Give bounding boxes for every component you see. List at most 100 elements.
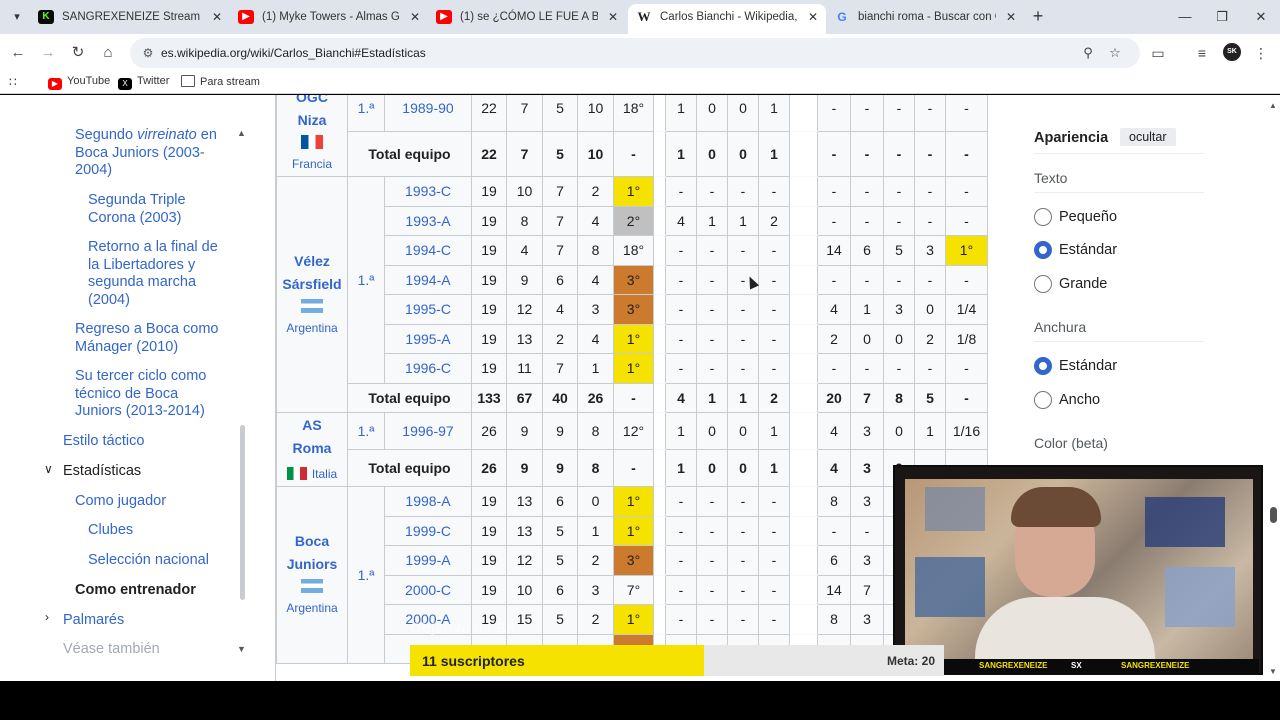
division-link[interactable]: 1.ª [347, 486, 385, 664]
close-tab-icon[interactable]: ✕ [1006, 4, 1016, 30]
toc-estilo-tactico[interactable]: Estilo táctico [63, 433, 144, 451]
radio-label[interactable]: Grande [1059, 276, 1107, 292]
profile-avatar[interactable]: SK [1223, 43, 1241, 61]
reload-icon[interactable]: ↻ [68, 43, 88, 63]
address-bar[interactable]: ⚙ es.wikipedia.org/wiki/Carlos_Bianchi#E… [130, 38, 1140, 68]
flag-argentina-icon [301, 579, 323, 593]
page-scrollbar[interactable]: ▲ ▼ [1267, 95, 1280, 681]
forward-icon[interactable]: → [38, 43, 58, 63]
season-link[interactable]: 1999-C [384, 515, 472, 546]
season-link[interactable]: 1993-A [384, 205, 472, 236]
season-link[interactable]: 1995-A [384, 323, 472, 354]
country-line: Italia [277, 463, 347, 486]
close-tab-icon[interactable]: ✕ [808, 4, 818, 30]
toc-palmares[interactable]: Palmarés [63, 612, 124, 630]
toc-clubes[interactable]: Clubes [88, 522, 133, 540]
apps-grid-icon[interactable]: ∷ [9, 75, 17, 89]
toc-regreso-boca[interactable]: Regreso a Boca como Mánager (2010) [75, 321, 225, 356]
team-link[interactable]: Vélez Sársfield [279, 250, 345, 296]
team-link[interactable]: Boca Juniors [282, 530, 342, 576]
toc-segundo-virreinato[interactable]: Segundo virreinato en Boca Juniors (2003… [75, 127, 225, 180]
bookmark-folder-para-stream[interactable]: Para stream [181, 75, 260, 88]
toc-estadisticas[interactable]: Estadísticas [63, 463, 141, 481]
toc-scroll-down-icon[interactable]: ▼ [237, 644, 246, 654]
toc-como-jugador[interactable]: Como jugador [75, 493, 166, 511]
season-link[interactable]: 1996-97 [384, 412, 472, 450]
table-total-row: Total equipo 22 7 5 10- 1001 ----- [277, 130, 1028, 177]
bookmark-twitter[interactable]: X Twitter [118, 75, 169, 90]
season-link[interactable]: 2000-C [384, 574, 472, 605]
season-link[interactable]: 1996-C [384, 353, 472, 384]
division-link[interactable]: 1.ª [347, 95, 385, 132]
radio-width-standard[interactable] [1034, 357, 1052, 375]
toc-segunda-triple-corona[interactable]: Segunda Triple Corona (2003) [88, 192, 218, 227]
expand-chevron-icon[interactable]: › [45, 610, 49, 624]
toc-tercer-ciclo[interactable]: Su tercer ciclo como técnico de Boca Jun… [75, 368, 225, 421]
close-tab-icon[interactable]: ✕ [212, 4, 222, 30]
season-link[interactable]: 1994-C [384, 235, 472, 266]
toc-como-entrenador[interactable]: Como entrenador [75, 582, 196, 600]
toc-retorno-libertadores[interactable]: Retorno a la final de la Libertadores y … [88, 239, 228, 309]
hide-appearance-button[interactable]: ocultar [1120, 128, 1176, 146]
division-link[interactable]: 1.ª [347, 412, 385, 450]
scroll-up-icon[interactable]: ▲ [1269, 101, 1277, 110]
maximize-icon[interactable]: ❐ [1212, 8, 1232, 26]
radio-label[interactable]: Pequeño [1059, 209, 1117, 225]
new-tab-icon[interactable]: + [1028, 6, 1048, 26]
country-link[interactable]: Argentina [277, 597, 347, 620]
collapse-chevron-icon[interactable]: ∨ [44, 462, 53, 476]
bookmark-star-icon[interactable]: ☆ [1107, 45, 1123, 61]
radio-text-standard[interactable] [1034, 241, 1052, 259]
table-row: 1995-A 19 13 2 4 1° ---- 2 0 0 2 1/8 [277, 323, 1028, 354]
streamer-hair [1011, 487, 1101, 527]
tab-youtube-bianchi[interactable]: ▶ (1) se ¿CÓMO LE FUE A BIANCH ✕ [428, 4, 626, 34]
radio-label[interactable]: Ancho [1059, 392, 1100, 408]
url-text[interactable]: es.wikipedia.org/wiki/Carlos_Bianchi#Est… [161, 46, 426, 60]
close-tab-icon[interactable]: ✕ [410, 4, 420, 30]
menu-kebab-icon[interactable]: ⋮ [1251, 43, 1271, 63]
site-info-icon[interactable]: ⚙ [140, 45, 156, 61]
country-link[interactable]: Argentina [277, 317, 347, 340]
season-link[interactable]: 1999-A [384, 545, 472, 576]
media-controls-icon[interactable]: ≡ [1192, 43, 1212, 63]
toc-seleccion-nacional[interactable]: Selección nacional [88, 552, 209, 570]
minimize-icon[interactable]: — [1175, 8, 1195, 26]
season-link[interactable]: 1994-A [384, 264, 472, 295]
divider [1034, 192, 1204, 193]
back-icon[interactable]: ← [8, 43, 28, 63]
table-row: 1995-C 19 12 4 3 3° ---- 4 1 3 0 1/4 [277, 294, 1028, 325]
country-link[interactable]: Francia [277, 153, 347, 176]
radio-text-large[interactable] [1034, 275, 1052, 293]
extensions-icon[interactable]: ▭ [1148, 43, 1168, 63]
radio-label[interactable]: Estándar [1059, 242, 1117, 258]
team-link[interactable]: AS Roma [292, 414, 332, 460]
scrollbar-thumb[interactable] [1270, 507, 1277, 523]
radio-label[interactable]: Estándar [1059, 358, 1117, 374]
toc-vease-tambien[interactable]: Véase también [63, 641, 160, 659]
tab-google-search[interactable]: G bianchi roma - Buscar con Goo ✕ [826, 4, 1024, 34]
close-window-icon[interactable]: ✕ [1251, 8, 1271, 26]
tab-kick-stream[interactable]: K SANGREXENEIZE Stream - Watc ✕ [30, 4, 230, 34]
table-row: 1996-C 19 11 7 1 1° ---- ----- [277, 353, 1028, 384]
tab-wikipedia-bianchi[interactable]: W Carlos Bianchi - Wikipedia, la en ✕ [628, 4, 826, 34]
home-icon[interactable]: ⌂ [98, 43, 118, 63]
bookmark-youtube[interactable]: ▶ YouTube [48, 75, 110, 90]
toc-scrollbar[interactable] [240, 425, 245, 600]
radio-text-small[interactable] [1034, 208, 1052, 226]
team-link[interactable]: OGC Niza [282, 95, 342, 132]
scroll-down-icon[interactable]: ▼ [1269, 667, 1277, 676]
zoom-icon[interactable]: ⚲ [1080, 45, 1096, 61]
close-tab-icon[interactable]: ✕ [608, 4, 618, 30]
tab-search-icon[interactable]: ▾ [8, 8, 26, 26]
toc-scroll-up-icon[interactable]: ▲ [237, 128, 246, 138]
season-link[interactable]: 1995-C [384, 294, 472, 325]
division-link[interactable]: 1.ª [347, 176, 385, 384]
tab-title: SANGREXENEIZE Stream - Watc [62, 11, 202, 23]
season-link[interactable]: 1993-C [384, 176, 472, 207]
radio-width-wide[interactable] [1034, 391, 1052, 409]
season-link[interactable]: 1998-A [384, 486, 472, 517]
tab-youtube-myke[interactable]: ▶ (1) Myke Towers - Almas Gemel ✕ [230, 4, 428, 34]
country-link[interactable]: Italia [312, 467, 337, 481]
season-link[interactable]: 1989-90 [384, 95, 472, 132]
color-heading: Color (beta) [1034, 435, 1108, 451]
